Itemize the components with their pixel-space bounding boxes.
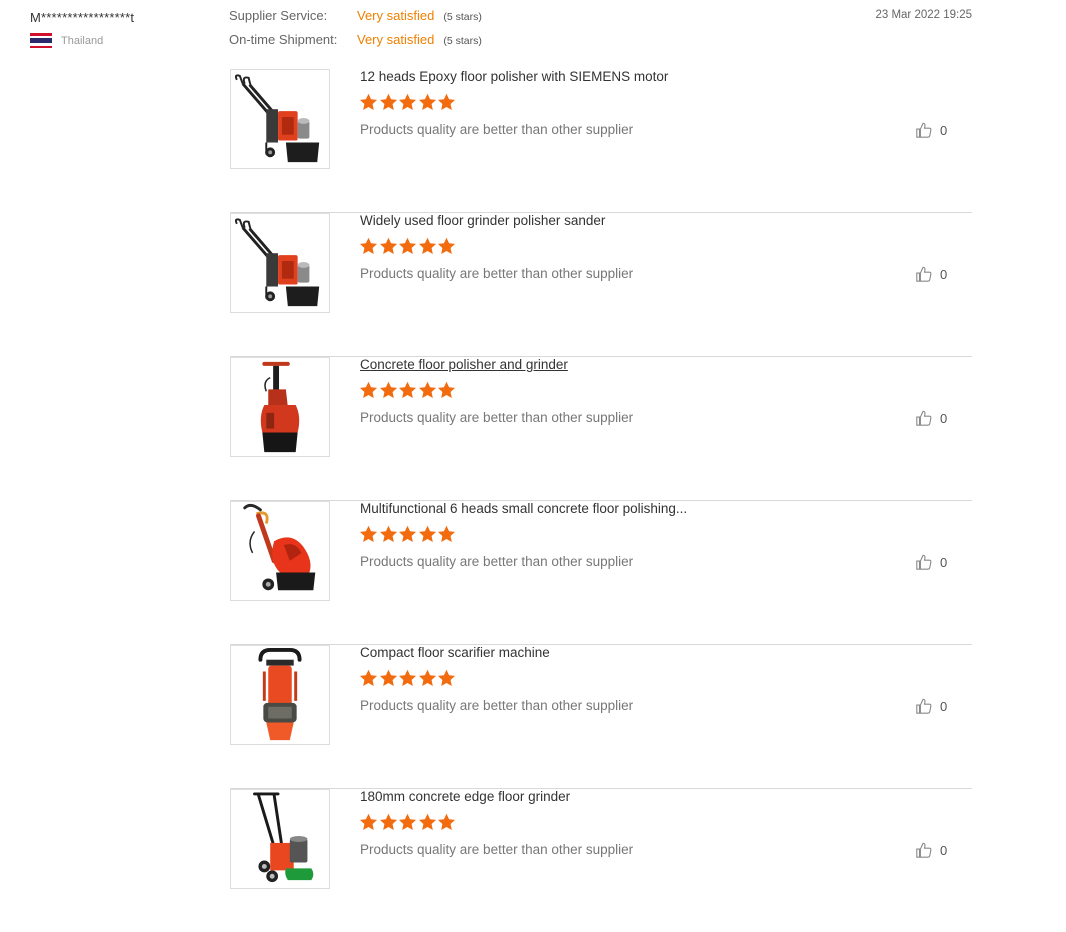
star-icon: [398, 813, 417, 831]
like-button[interactable]: 0: [915, 409, 947, 427]
review-comment: Products quality are better than other s…: [360, 698, 634, 713]
floor-polisher-image[interactable]: [230, 69, 330, 169]
product-star-rating: [359, 237, 457, 255]
product-review-item: Multifunctional 6 heads small concrete f…: [230, 501, 972, 645]
country-name: Thailand: [61, 34, 104, 47]
star-icon: [418, 669, 437, 687]
star-icon: [359, 93, 378, 111]
product-star-rating: [359, 813, 457, 831]
thumbs-up-icon[interactable]: [915, 121, 933, 139]
thumbs-up-icon[interactable]: [915, 409, 933, 427]
star-icon: [359, 813, 378, 831]
reviewer-name: M*****************t: [30, 10, 135, 25]
star-icon: [437, 381, 456, 399]
product-review-item: Widely used floor grinder polisher sande…: [230, 213, 972, 357]
star-icon: [418, 381, 437, 399]
star-icon: [379, 525, 398, 543]
star-icon: [398, 381, 417, 399]
supplier-ratings: Supplier Service: Very satisfied (5 star…: [229, 8, 482, 56]
floor-grinder-image[interactable]: [230, 213, 330, 313]
like-count: 0: [940, 122, 948, 138]
like-button[interactable]: 0: [915, 697, 947, 715]
product-review-item: Concrete floor polisher and grinder Produ…: [230, 357, 972, 501]
star-icon: [418, 813, 437, 831]
star-icon: [418, 93, 437, 111]
like-count: 0: [940, 842, 948, 858]
review-comment: Products quality are better than other s…: [360, 122, 634, 137]
star-icon: [379, 93, 398, 111]
review-comment: Products quality are better than other s…: [360, 554, 634, 569]
star-icon: [418, 237, 437, 255]
star-icon: [418, 525, 437, 543]
star-icon: [398, 525, 417, 543]
star-icon: [379, 669, 398, 687]
star-icon: [437, 93, 456, 111]
star-icon: [359, 237, 378, 255]
product-review-item: 180mm concrete edge floor grinder Product…: [230, 789, 972, 932]
like-button[interactable]: 0: [915, 553, 947, 571]
star-icon: [398, 669, 417, 687]
star-icon: [359, 525, 378, 543]
star-icon: [437, 813, 456, 831]
reviewer-info: M*****************t Thailand: [30, 10, 220, 48]
star-icon: [379, 813, 398, 831]
like-button[interactable]: 0: [915, 265, 947, 283]
star-icon: [398, 93, 417, 111]
product-star-rating: [359, 669, 457, 687]
thumbs-up-icon[interactable]: [915, 697, 933, 715]
thailand-flag-icon: [30, 33, 52, 48]
multifunctional-polisher-image[interactable]: [230, 501, 330, 601]
concrete-polisher-image[interactable]: [230, 357, 330, 457]
thumbs-up-icon[interactable]: [915, 841, 933, 859]
rating-label: On-time Shipment:: [229, 32, 338, 47]
star-icon: [437, 237, 456, 255]
review-comment: Products quality are better than other s…: [360, 842, 634, 857]
rating-label: Supplier Service:: [229, 8, 328, 23]
thumbs-up-icon[interactable]: [915, 265, 933, 283]
rating-on-time-shipment: On-time Shipment: Very satisfied (5 star…: [229, 32, 482, 56]
product-title-link[interactable]: Multifunctional 6 heads small concrete f…: [360, 501, 687, 516]
review-date: 23 Mar 2022 19:25: [875, 9, 972, 21]
star-icon: [379, 237, 398, 255]
like-count: 0: [940, 698, 948, 714]
star-icon: [398, 237, 417, 255]
product-title-link[interactable]: Compact floor scarifier machine: [360, 645, 550, 660]
scarifier-image[interactable]: [230, 645, 330, 745]
product-star-rating: [359, 93, 457, 111]
product-star-rating: [359, 525, 457, 543]
like-button[interactable]: 0: [915, 841, 947, 859]
product-title-link[interactable]: 12 heads Epoxy floor polisher with SIEME…: [360, 69, 668, 84]
product-star-rating: [359, 381, 457, 399]
product-review-item: Compact floor scarifier machine Products …: [230, 645, 972, 789]
rating-supplier-service: Supplier Service: Very satisfied (5 star…: [229, 8, 482, 32]
product-review-item: 12 heads Epoxy floor polisher with SIEME…: [230, 69, 972, 213]
like-button[interactable]: 0: [915, 121, 947, 139]
star-icon: [437, 669, 456, 687]
star-icon: [437, 525, 456, 543]
like-count: 0: [940, 266, 948, 282]
like-count: 0: [940, 410, 948, 426]
rating-value: Very satisfied: [357, 32, 435, 47]
star-icon: [359, 381, 378, 399]
rating-value: Very satisfied: [357, 8, 435, 23]
reviewer-country: Thailand: [30, 33, 220, 48]
like-count: 0: [940, 554, 948, 570]
rating-stars-text: (5 stars): [443, 11, 482, 23]
product-review-list: 12 heads Epoxy floor polisher with SIEME…: [230, 69, 972, 932]
product-title-link[interactable]: Concrete floor polisher and grinder: [360, 357, 568, 372]
product-title-link[interactable]: Widely used floor grinder polisher sande…: [360, 213, 605, 228]
review-comment: Products quality are better than other s…: [360, 266, 634, 281]
product-title-link[interactable]: 180mm concrete edge floor grinder: [360, 789, 570, 804]
review-comment: Products quality are better than other s…: [360, 410, 634, 425]
rating-stars-text: (5 stars): [443, 35, 482, 47]
star-icon: [379, 381, 398, 399]
star-icon: [359, 669, 378, 687]
thumbs-up-icon[interactable]: [915, 553, 933, 571]
edge-grinder-image[interactable]: [230, 789, 330, 889]
